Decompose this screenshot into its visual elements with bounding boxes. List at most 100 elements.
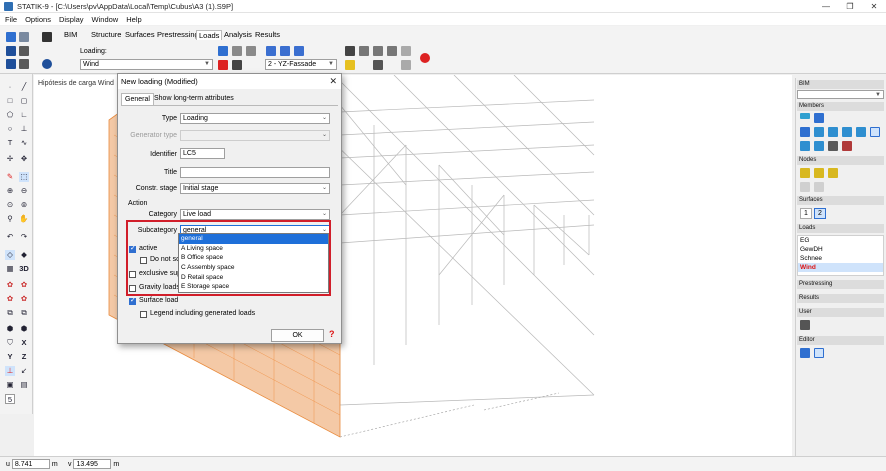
rectangle-icon[interactable]: □ xyxy=(5,96,15,106)
node-id-icon[interactable] xyxy=(800,182,810,192)
layer-input[interactable]: 5 xyxy=(5,394,15,404)
tab-long-term[interactable]: Show long-term attributes xyxy=(151,93,237,105)
member-arrows-icon[interactable] xyxy=(828,127,838,137)
open-icon[interactable] xyxy=(19,32,29,42)
surface-load-checkbox[interactable] xyxy=(129,296,136,305)
rotate-4-icon[interactable]: ✿ xyxy=(19,294,29,304)
tab-structure[interactable]: Structure xyxy=(91,30,121,39)
identifier-input[interactable]: LC5 xyxy=(180,148,225,159)
axis-x-icon[interactable]: X xyxy=(19,338,29,348)
eye-icon[interactable] xyxy=(42,59,52,69)
zoom-in-icon[interactable]: ⊕ xyxy=(5,186,15,196)
view-3d-icon[interactable]: 3D xyxy=(19,264,29,274)
panel-header-bim[interactable]: BIM xyxy=(797,80,884,89)
grid-icon[interactable] xyxy=(401,46,411,56)
document-icon[interactable] xyxy=(359,46,369,56)
menu-file[interactable]: File xyxy=(5,15,17,24)
ok-button[interactable]: OK xyxy=(271,329,324,342)
tab-bim[interactable]: BIM xyxy=(64,30,77,39)
zoom-out-icon[interactable]: ⊖ xyxy=(19,186,29,196)
member-id-icon[interactable] xyxy=(800,127,810,137)
node-link-icon[interactable] xyxy=(814,182,824,192)
restore-icon[interactable]: ❐ xyxy=(838,0,862,13)
view-box-1-icon[interactable]: ⧉ xyxy=(5,308,15,318)
menu-window[interactable]: Window xyxy=(92,15,119,24)
pointer-icon[interactable] xyxy=(42,32,52,42)
view-3d-solid-icon[interactable]: ◆ xyxy=(19,250,29,260)
member-curve-icon[interactable] xyxy=(814,113,824,123)
poly-icon[interactable]: ⬠ xyxy=(5,110,15,120)
panel-header-user[interactable]: User xyxy=(797,308,884,317)
filter-icon[interactable] xyxy=(373,60,383,70)
close-icon[interactable]: ✕ xyxy=(862,0,886,13)
document-list-icon[interactable] xyxy=(387,46,397,56)
surface-tab-1[interactable]: 1 xyxy=(800,208,812,219)
rotate-2-icon[interactable]: ✿ xyxy=(19,280,29,290)
text-icon[interactable]: T xyxy=(5,138,15,148)
line-icon[interactable]: ╱ xyxy=(19,82,29,92)
member-section-icon[interactable] xyxy=(814,127,824,137)
title-input[interactable] xyxy=(180,167,330,178)
cube-1-icon[interactable]: ⬢ xyxy=(5,324,15,334)
panel-header-results[interactable]: Results xyxy=(797,294,884,303)
node-support-icon[interactable] xyxy=(800,168,810,178)
table-icon[interactable] xyxy=(232,60,242,70)
select-icon[interactable]: ⬚ xyxy=(19,172,29,182)
panel-header-members[interactable]: Members xyxy=(797,102,884,111)
edit-folder-icon[interactable] xyxy=(345,60,355,70)
axis-cross-icon[interactable]: ⊥ xyxy=(5,366,15,376)
menu-options[interactable]: Options xyxy=(25,15,51,24)
view-box-2-icon[interactable]: ⧉ xyxy=(19,308,29,318)
axis-y-icon[interactable]: Y xyxy=(5,352,15,362)
loads-list[interactable]: EG GewDH Schnee Wind xyxy=(797,235,884,276)
close-icon[interactable]: ✕ xyxy=(329,74,337,89)
target-icon[interactable] xyxy=(420,53,430,63)
menu-help[interactable]: Help xyxy=(126,15,141,24)
node-point-icon[interactable] xyxy=(814,168,824,178)
circle-icon[interactable]: ○ xyxy=(5,124,15,134)
copy-loading-icon[interactable] xyxy=(232,46,242,56)
sort-icon[interactable] xyxy=(345,46,355,56)
zoom-icon[interactable]: ⚲ xyxy=(5,214,15,224)
grid-2-icon[interactable] xyxy=(401,60,411,70)
loading-select[interactable]: Wind ▼ xyxy=(80,59,213,70)
view-2d-icon[interactable]: ▦ xyxy=(5,264,15,274)
bim-select[interactable]: ▼ xyxy=(797,90,884,99)
load-view-icon-2[interactable] xyxy=(280,46,290,56)
filter-view-icon[interactable]: ⛉ xyxy=(5,338,15,348)
snap-icon[interactable]: ✢ xyxy=(5,154,15,164)
angle-icon[interactable]: ∟ xyxy=(19,110,29,120)
surface-tab-2[interactable]: 2 xyxy=(814,208,826,219)
pencil-icon[interactable]: ✎ xyxy=(5,172,15,182)
list-item[interactable]: GewDH xyxy=(798,245,883,254)
axis-z-icon[interactable]: Z xyxy=(19,352,29,362)
list-item[interactable]: Schnee xyxy=(798,254,883,263)
axis-dir-icon[interactable]: ↙ xyxy=(19,366,29,376)
type-select[interactable]: Loading ⌄ xyxy=(180,113,330,124)
paste-loading-icon[interactable] xyxy=(246,46,256,56)
save-icon[interactable] xyxy=(6,46,16,56)
load-view-icon-1[interactable] xyxy=(266,46,276,56)
list-item[interactable]: EG xyxy=(798,236,883,245)
camera-icon[interactable]: ▣ xyxy=(5,380,15,390)
pan-icon[interactable]: ✋ xyxy=(19,214,29,224)
user-pencil-icon[interactable] xyxy=(800,320,810,330)
panel-header-prestressing[interactable]: Prestressing xyxy=(797,280,884,289)
tab-surfaces[interactable]: Surfaces xyxy=(125,30,155,39)
zoom-window-icon[interactable]: ⊙ xyxy=(5,200,15,210)
screenshot-icon[interactable]: ▤ xyxy=(19,380,29,390)
editor-axis-icon[interactable] xyxy=(800,348,810,358)
point-icon[interactable]: · xyxy=(5,82,15,92)
export-icon[interactable] xyxy=(19,59,29,69)
member-beam-icon[interactable] xyxy=(800,113,810,119)
tab-prestressing[interactable]: Prestressing xyxy=(157,30,199,39)
rect-corner-icon[interactable]: ◻ xyxy=(19,96,29,106)
menu-display[interactable]: Display xyxy=(59,15,84,24)
dimension-icon[interactable]: ⊥ xyxy=(19,124,29,134)
member-t-icon[interactable] xyxy=(800,141,810,151)
rotate-1-icon[interactable]: ✿ xyxy=(5,280,15,290)
panel-header-surfaces[interactable]: Surfaces xyxy=(797,196,884,205)
member-tool-icon[interactable] xyxy=(828,141,838,151)
member-angle-icon[interactable] xyxy=(856,127,866,137)
undo-icon[interactable]: ↶ xyxy=(5,232,15,242)
